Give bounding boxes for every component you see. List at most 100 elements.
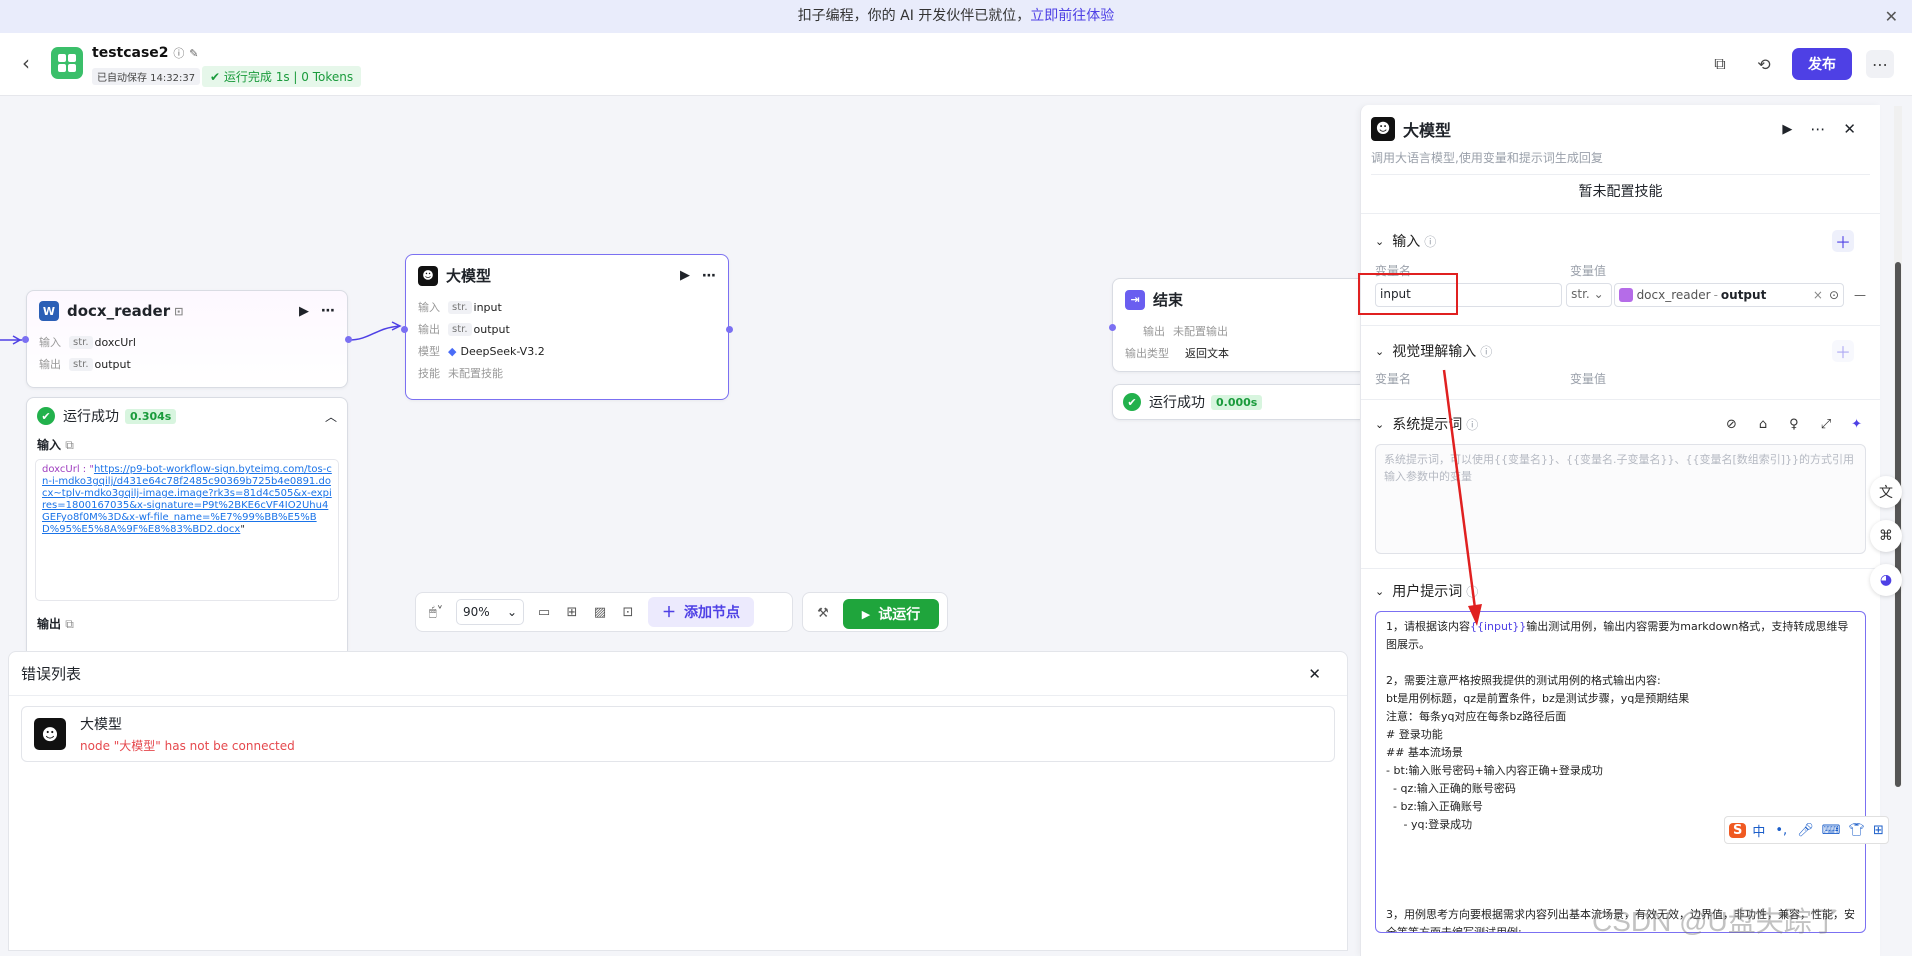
node-docx-reader[interactable]: W docx_reader ⊡ ▶ ⋯ 输入 str. doxcUrl 输出 str.… (26, 290, 348, 388)
annotation-arrow (1442, 369, 1482, 626)
chevron-down-icon[interactable]: ⌄ (1375, 585, 1384, 598)
add-node-button[interactable]: ＋ 添加节点 (648, 597, 754, 627)
error-item[interactable]: ☻ 大模型 node "大模型" has not be connected (21, 706, 1335, 762)
ime-toolbar[interactable]: S 中 •, 🎤︎ ⌨ 👕︎ ⊞ (1724, 816, 1889, 844)
edit-icon[interactable]: ✎ (189, 47, 198, 60)
run-time-badge: 0.000s (1211, 394, 1263, 410)
compass-icon[interactable]: ⊘ (1726, 417, 1737, 432)
zoom-value: 90% (463, 605, 490, 619)
comment-icon[interactable]: ▭ (530, 598, 558, 626)
autosave-status: 已自动保存 14:32:37 (92, 68, 201, 85)
more-icon[interactable]: ⋯ (321, 303, 335, 319)
run-time-badge: 0.304s (125, 408, 177, 424)
info-icon[interactable]: ⓘ (173, 47, 184, 60)
assistant-icon[interactable]: ◕ (1870, 564, 1902, 596)
try-run-button[interactable]: ▶ 试运行 (843, 599, 939, 629)
debug-tool-icon[interactable]: ⚒ (809, 599, 837, 627)
output-section-label: 输出 (37, 617, 62, 631)
image-icon[interactable]: ▨ (586, 598, 614, 626)
llm-icon: ☻ (418, 265, 438, 286)
copy-icon[interactable]: ⧉ (65, 438, 74, 452)
output-value: output (94, 357, 131, 371)
ref-field-name: output (1720, 288, 1767, 302)
mouse-mode-icon[interactable]: 🖱︎˅ (422, 598, 450, 626)
copy-icon[interactable]: ⧉ (1706, 50, 1734, 78)
add-input-button[interactable]: ＋ (1832, 230, 1854, 252)
close-icon[interactable]: ✕ (1843, 120, 1856, 138)
output-port[interactable] (726, 326, 733, 333)
zoom-select[interactable]: 90% ⌄ (456, 599, 524, 625)
app-logo (51, 47, 83, 79)
ai-sparkle-icon[interactable]: ✦ (1851, 417, 1862, 432)
output-label: 输出 (1143, 325, 1165, 338)
var-name-input[interactable]: input (1358, 273, 1563, 315)
node-end[interactable]: ⇥ 结束 输出 未配置输出 输出类型 返回文本 (1112, 278, 1362, 372)
input-port[interactable] (22, 336, 29, 343)
chevron-down-icon[interactable]: ⌄ (1375, 418, 1384, 431)
layout-icon[interactable]: ⊞ (558, 598, 586, 626)
error-list-panel: 错误列表 ✕ ☻ 大模型 node "大模型" has not be conne… (8, 651, 1348, 951)
var-ref-select[interactable]: docx_reader - output × ⊙ (1613, 283, 1844, 307)
close-icon[interactable]: ✕ (1885, 0, 1898, 33)
add-vision-button[interactable]: ＋ (1832, 340, 1854, 362)
history-icon[interactable]: ⟲ (1750, 50, 1778, 78)
input-section-title: 输入 (1392, 234, 1421, 250)
more-icon[interactable]: ⋯ (702, 268, 716, 284)
prompt-line (1386, 870, 1855, 888)
prompt-line: - bz:输入正确账号 (1386, 800, 1483, 813)
type-select[interactable]: str. ⌄ (1566, 283, 1612, 307)
prompt-line: 2，需要注意严格按照我提供的测试用例的格式输出内容: (1386, 674, 1661, 687)
ime-lang: 中 (1752, 824, 1766, 840)
copy-icon[interactable]: ⧉ (65, 617, 74, 631)
output-label: 输出 (418, 323, 440, 336)
expand-icon[interactable]: ⤢ (1821, 417, 1831, 432)
chevron-up-icon[interactable]: ︿ (325, 408, 337, 425)
output-port[interactable] (345, 336, 352, 343)
target-icon[interactable]: ⊙ (1829, 288, 1839, 302)
remove-icon[interactable]: — (1854, 288, 1866, 302)
translate-icon[interactable]: 文 (1870, 476, 1902, 508)
var-value-header: 变量值 (1570, 264, 1607, 278)
banner-link[interactable]: 立即前往体验 (1030, 8, 1114, 24)
input-value: doxcUrl (94, 335, 136, 349)
deepseek-icon: ◆ (448, 344, 457, 358)
prompt-line (1386, 654, 1855, 672)
mic-icon: 🎤︎ (1797, 822, 1814, 838)
minimap-icon[interactable]: ⊡ (614, 598, 642, 626)
no-skill-text: 暂未配置技能 (1578, 184, 1663, 200)
user-prompt-editor[interactable]: 1，请根据该内容{{input}}输出测试用例，输出内容需要为markdown格… (1375, 611, 1866, 933)
close-icon[interactable]: ✕ (1308, 665, 1335, 683)
run-status-badge[interactable]: ✔ 运行完成 1s | 0 Tokens (202, 66, 362, 87)
canvas-toolbar: 🖱︎˅ 90% ⌄ ▭ ⊞ ▨ ⊡ ＋ 添加节点 (415, 592, 793, 632)
clear-icon[interactable]: × (1813, 288, 1823, 302)
sogou-logo-icon: S (1729, 822, 1747, 838)
chevron-down-icon[interactable]: ⌄ (1375, 345, 1384, 358)
project-title[interactable]: testcase2 ⓘ ✎ (92, 45, 199, 61)
play-icon[interactable]: ▶ (1782, 122, 1792, 137)
play-icon[interactable]: ▶ (680, 268, 690, 283)
prompt-line: # 登录功能 (1386, 728, 1443, 741)
node-ref-icon (1618, 288, 1633, 302)
json-key: doxcUrl : " (42, 464, 94, 475)
panel-title: 大模型 (1403, 121, 1452, 140)
back-arrow-icon[interactable]: ‹ (22, 51, 30, 75)
highlight-box (1358, 273, 1458, 315)
play-icon[interactable]: ▶ (299, 304, 309, 319)
prompt-line: - bt:输入账号密码+输入内容正确+登录成功 (1386, 764, 1603, 777)
library-icon[interactable]: ⌂ (1759, 417, 1767, 432)
docx-run-result: ✔ 运行成功 0.304s ︿ 输入 ⧉ doxcUrl : "https://… (26, 397, 348, 651)
prompt-line: bt是用例标题，qz是前置条件，bz是测试步骤，yq是预期结果 (1386, 692, 1690, 705)
node-llm[interactable]: ☻ 大模型 ▶ ⋯ 输入 str. input 输出 str. output 模型 ◆ De… (405, 254, 729, 400)
apps-icon[interactable]: ⌘ (1870, 520, 1902, 552)
node-title: 结束 (1153, 291, 1184, 309)
banner-text: 扣子编程，你的 AI 开发伙伴已就位， (797, 8, 1031, 24)
more-icon[interactable]: ⋯ (1810, 120, 1825, 138)
input-port[interactable] (1109, 324, 1116, 331)
publish-button[interactable]: 发布 (1792, 48, 1852, 80)
input-port[interactable] (401, 326, 408, 333)
more-icon[interactable]: ⋯ (1866, 50, 1894, 78)
prompt-line: 注意：每条yq对应在每条bz路径后面 (1386, 710, 1567, 723)
prompt-line (1386, 852, 1855, 870)
bulb-icon[interactable]: ♀ (1789, 417, 1799, 432)
chevron-down-icon[interactable]: ⌄ (1375, 235, 1384, 248)
